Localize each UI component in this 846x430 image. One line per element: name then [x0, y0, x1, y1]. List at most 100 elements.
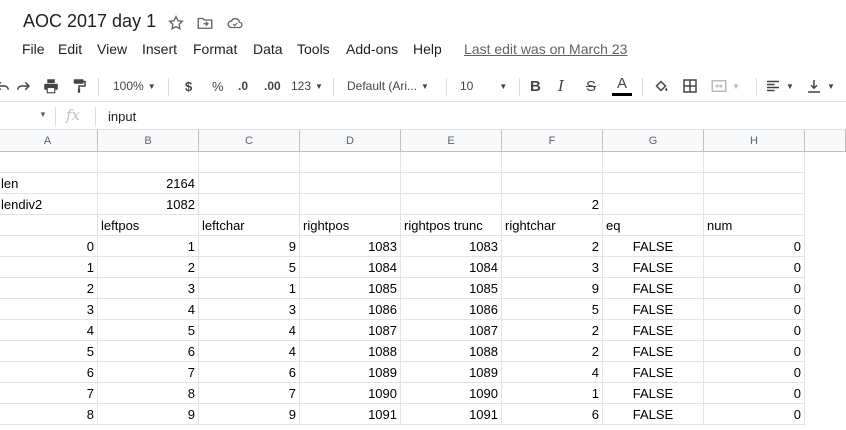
more-formats-button[interactable]: 123 ▼	[291, 76, 323, 96]
column-header-h[interactable]: H	[704, 130, 805, 152]
cell-h1[interactable]	[704, 152, 805, 173]
cell-h2[interactable]	[704, 173, 805, 194]
menu-addons[interactable]: Add-ons	[346, 41, 398, 57]
menu-edit[interactable]: Edit	[58, 41, 82, 57]
cell-f4[interactable]: rightchar	[502, 215, 603, 236]
menu-tools[interactable]: Tools	[297, 41, 330, 57]
print-icon[interactable]	[42, 76, 60, 96]
cell-g13[interactable]: FALSE	[603, 404, 704, 425]
star-icon[interactable]	[167, 14, 185, 32]
cell-c2[interactable]	[199, 173, 300, 194]
cell-b2[interactable]: 2164	[98, 173, 199, 194]
cell-h10[interactable]: 0	[704, 341, 805, 362]
cell-d12[interactable]: 1090	[300, 383, 401, 404]
undo-icon[interactable]	[0, 76, 12, 96]
cell-c12[interactable]: 7	[199, 383, 300, 404]
cell-g7[interactable]: FALSE	[603, 278, 704, 299]
cell-a8[interactable]: 3	[0, 299, 98, 320]
cell-f9[interactable]: 2	[502, 320, 603, 341]
cell-d10[interactable]: 1088	[300, 341, 401, 362]
cell-f13[interactable]: 6	[502, 404, 603, 425]
cell-d9[interactable]: 1087	[300, 320, 401, 341]
vertical-align-icon[interactable]: ▼	[805, 76, 835, 96]
cell-a10[interactable]: 5	[0, 341, 98, 362]
cell-f3[interactable]: 2	[502, 194, 603, 215]
cell-d4[interactable]: rightpos	[300, 215, 401, 236]
cell-f2[interactable]	[502, 173, 603, 194]
cell-b12[interactable]: 8	[98, 383, 199, 404]
cell-c7[interactable]: 1	[199, 278, 300, 299]
cell-b5[interactable]: 1	[98, 236, 199, 257]
cell-e9[interactable]: 1087	[401, 320, 502, 341]
currency-format-button[interactable]: $	[185, 76, 192, 96]
bold-button[interactable]: B	[530, 76, 541, 96]
increase-decimal-button[interactable]: .00	[264, 76, 281, 96]
cell-e6[interactable]: 1084	[401, 257, 502, 278]
cell-g10[interactable]: FALSE	[603, 341, 704, 362]
cell-d13[interactable]: 1091	[300, 404, 401, 425]
cell-b4[interactable]: leftpos	[98, 215, 199, 236]
menu-view[interactable]: View	[97, 41, 127, 57]
cell-e10[interactable]: 1088	[401, 341, 502, 362]
move-to-folder-icon[interactable]	[196, 14, 214, 32]
cell-e11[interactable]: 1089	[401, 362, 502, 383]
cell-b13[interactable]: 9	[98, 404, 199, 425]
cell-d2[interactable]	[300, 173, 401, 194]
cell-g9[interactable]: FALSE	[603, 320, 704, 341]
font-select[interactable]: Default (Ari... ▼	[347, 76, 429, 96]
cell-e1[interactable]	[401, 152, 502, 173]
menu-format[interactable]: Format	[193, 41, 237, 57]
cell-a5[interactable]: 0	[0, 236, 98, 257]
percent-format-button[interactable]: %	[212, 76, 224, 96]
column-header-c[interactable]: C	[199, 130, 300, 152]
cell-h7[interactable]: 0	[704, 278, 805, 299]
horizontal-align-icon[interactable]: ▼	[764, 76, 794, 96]
zoom-select[interactable]: 100% ▼	[113, 76, 156, 96]
cell-b3[interactable]: 1082	[98, 194, 199, 215]
cell-a2[interactable]: len	[0, 173, 98, 194]
last-edit-link[interactable]: Last edit was on March 23	[464, 41, 627, 57]
cell-e4[interactable]: rightpos trunc	[401, 215, 502, 236]
cell-b10[interactable]: 6	[98, 341, 199, 362]
cell-c10[interactable]: 4	[199, 341, 300, 362]
cell-e8[interactable]: 1086	[401, 299, 502, 320]
italic-button[interactable]: I	[558, 76, 564, 96]
cell-f5[interactable]: 2	[502, 236, 603, 257]
cell-c11[interactable]: 6	[199, 362, 300, 383]
document-title[interactable]: AOC 2017 day 1	[23, 11, 156, 32]
column-header-e[interactable]: E	[401, 130, 502, 152]
menu-insert[interactable]: Insert	[142, 41, 177, 57]
cell-e7[interactable]: 1085	[401, 278, 502, 299]
cell-h11[interactable]: 0	[704, 362, 805, 383]
cell-d1[interactable]	[300, 152, 401, 173]
cell-c9[interactable]: 4	[199, 320, 300, 341]
cell-b1[interactable]	[98, 152, 199, 173]
menu-file[interactable]: File	[22, 41, 45, 57]
column-header-a[interactable]: A	[0, 130, 98, 152]
cell-f6[interactable]: 3	[502, 257, 603, 278]
fill-color-icon[interactable]	[652, 76, 670, 96]
cell-f1[interactable]	[502, 152, 603, 173]
cell-b7[interactable]: 3	[98, 278, 199, 299]
name-box-dropdown-icon[interactable]: ▼	[39, 110, 47, 119]
menu-help[interactable]: Help	[413, 41, 442, 57]
cell-c5[interactable]: 9	[199, 236, 300, 257]
cell-a1[interactable]	[0, 152, 98, 173]
cell-e2[interactable]	[401, 173, 502, 194]
cell-a7[interactable]: 2	[0, 278, 98, 299]
cell-f11[interactable]: 4	[502, 362, 603, 383]
cell-c8[interactable]: 3	[199, 299, 300, 320]
cell-b8[interactable]: 4	[98, 299, 199, 320]
cell-g8[interactable]: FALSE	[603, 299, 704, 320]
cell-g11[interactable]: FALSE	[603, 362, 704, 383]
cell-h6[interactable]: 0	[704, 257, 805, 278]
cell-d5[interactable]: 1083	[300, 236, 401, 257]
cell-a9[interactable]: 4	[0, 320, 98, 341]
column-header-f[interactable]: F	[502, 130, 603, 152]
cell-b11[interactable]: 7	[98, 362, 199, 383]
cell-d3[interactable]	[300, 194, 401, 215]
redo-icon[interactable]	[14, 76, 32, 96]
formula-input[interactable]: input	[108, 109, 136, 124]
cell-a12[interactable]: 7	[0, 383, 98, 404]
cell-c6[interactable]: 5	[199, 257, 300, 278]
